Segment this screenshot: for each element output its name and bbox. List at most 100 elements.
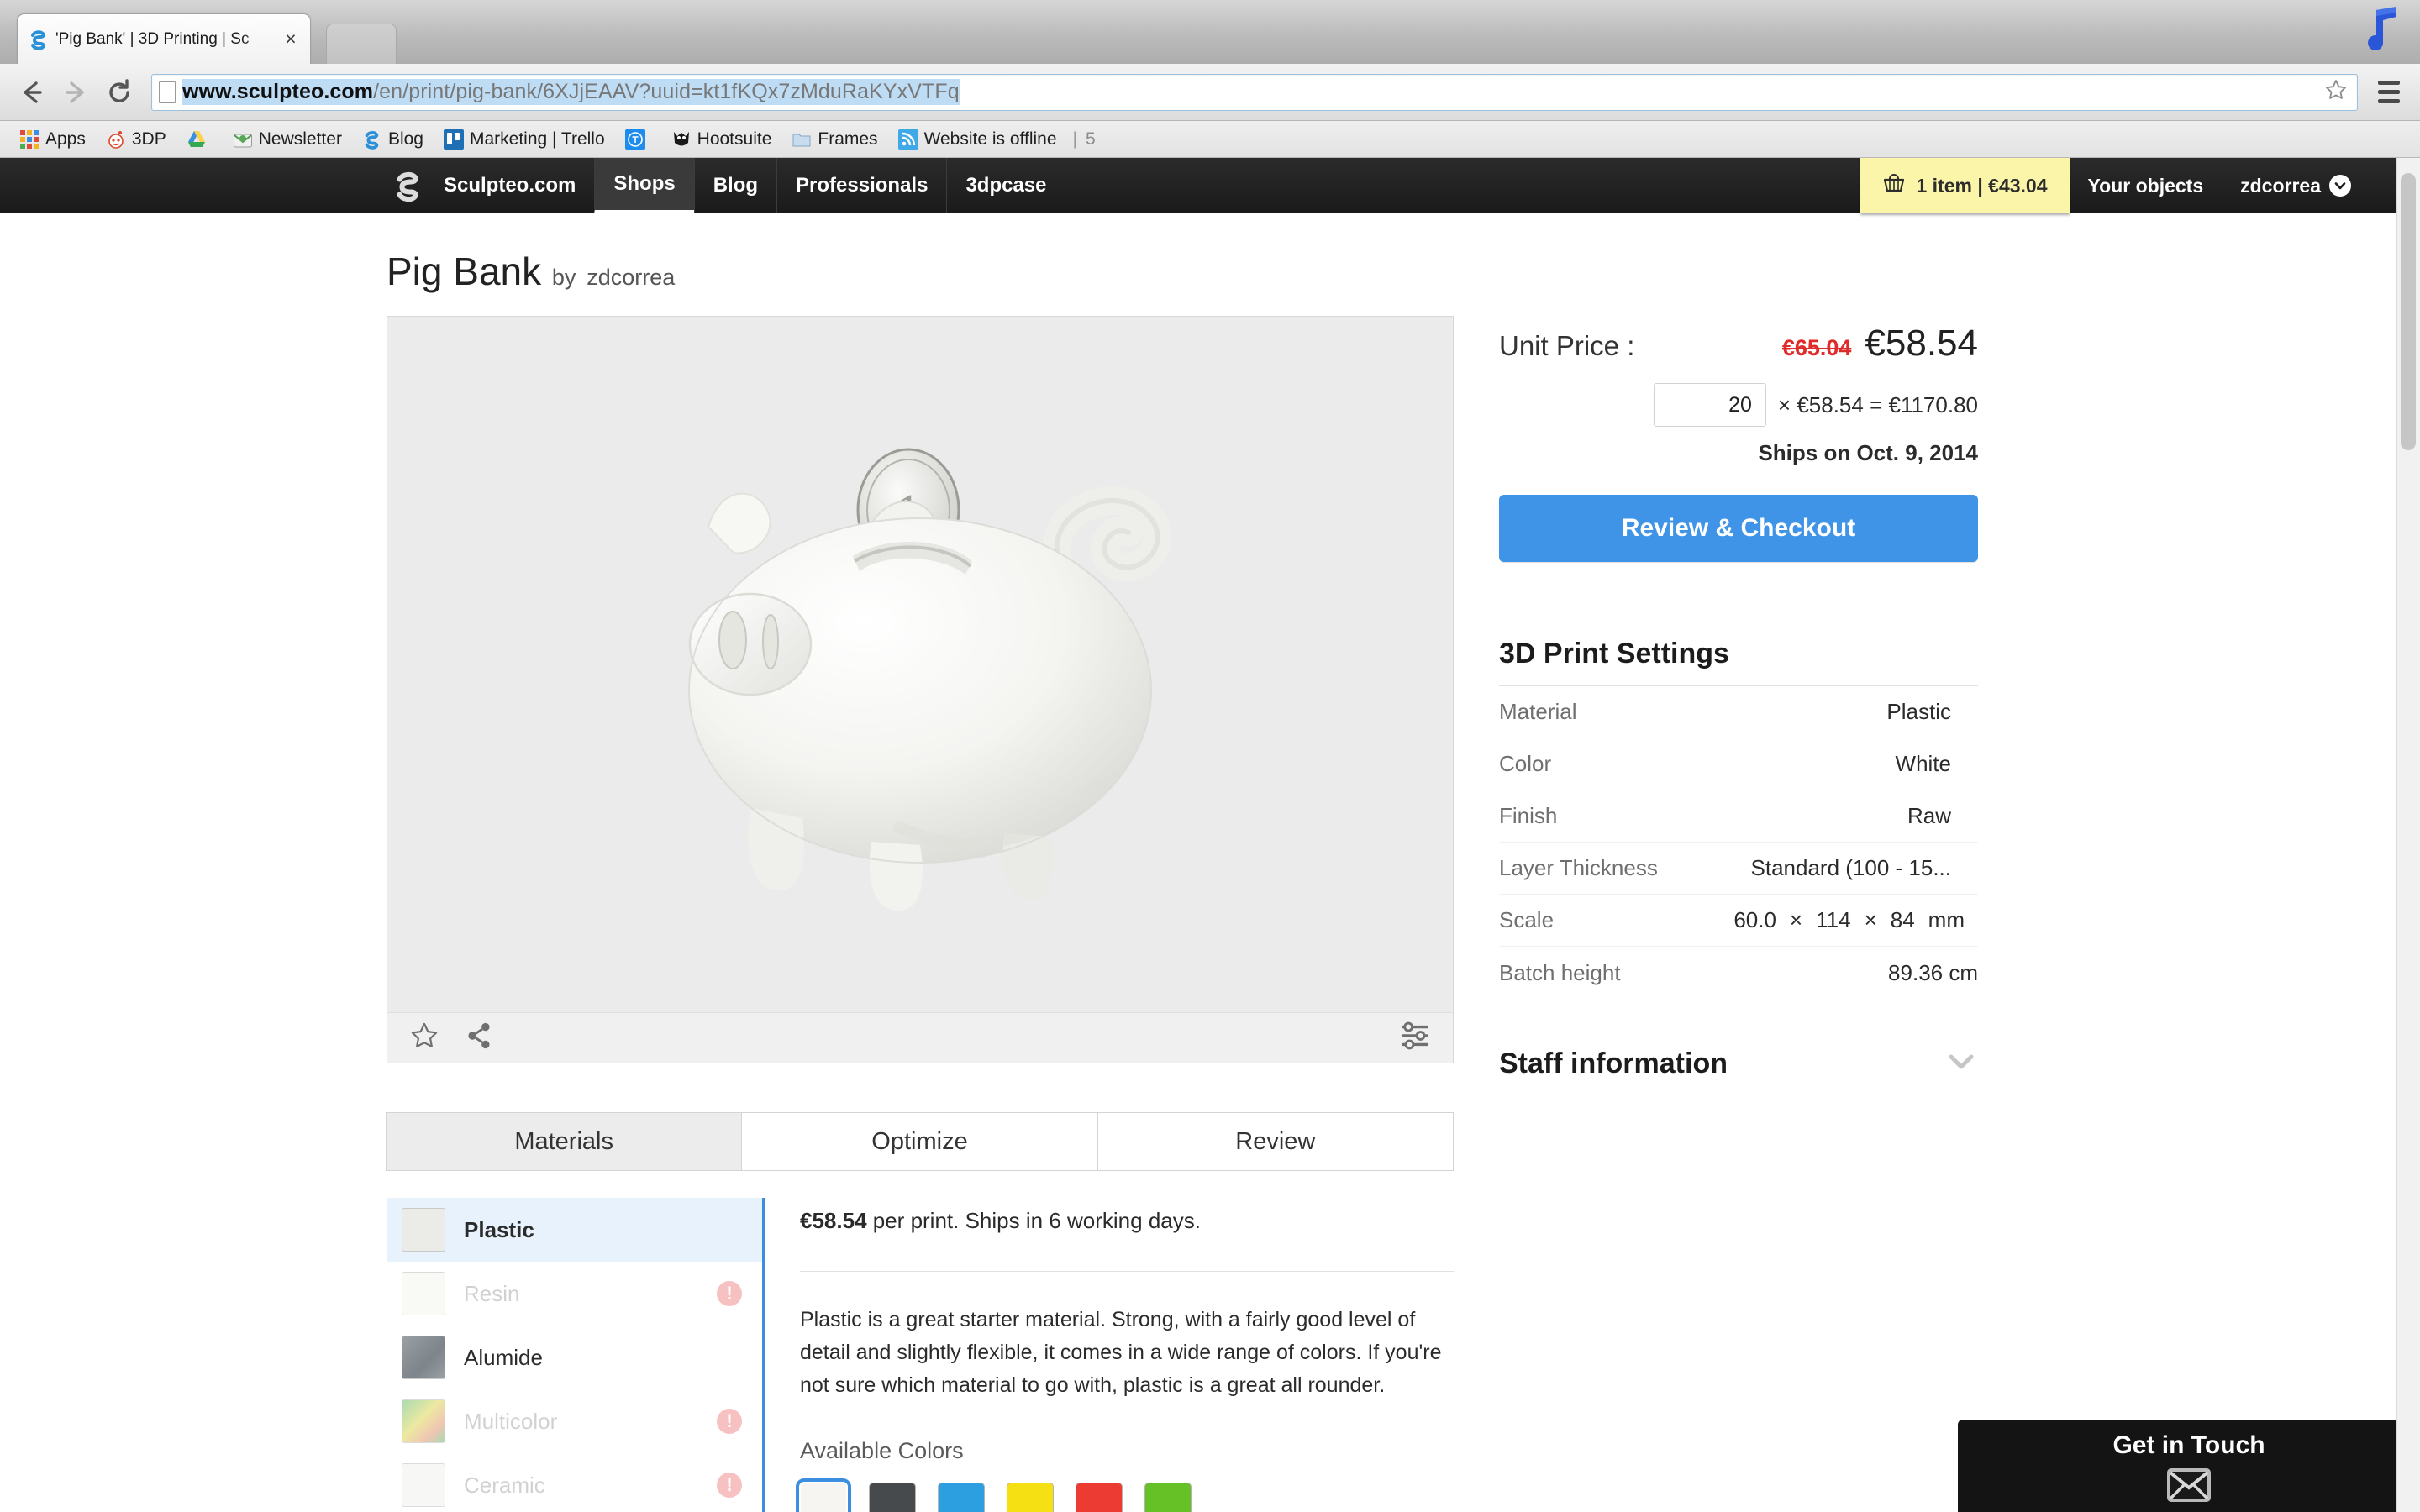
setting-key: Color (1499, 751, 1552, 776)
bookmark-marketing-trello[interactable]: Marketing | Trello (436, 127, 613, 152)
sliders-icon[interactable] (1399, 1021, 1431, 1054)
setting-row-color[interactable]: Color White (1499, 738, 1978, 790)
material-name: Alumide (464, 1344, 543, 1370)
url-path: /en/print/pig-bank/6XJjEAAV?uuid=kt1fKQx… (373, 80, 960, 103)
tab-label: Review (1235, 1127, 1316, 1155)
tab-review[interactable]: Review (1097, 1112, 1454, 1171)
forward-arrow-icon[interactable] (55, 72, 96, 113)
bookmark-label: Newsletter (258, 129, 342, 149)
close-icon[interactable]: × (281, 29, 300, 49)
bookmark-label: Frames (818, 129, 878, 149)
address-bar[interactable]: www.sculpteo.com/en/print/pig-bank/6XJjE… (151, 73, 2358, 111)
bookmark-google-drive[interactable] (179, 127, 220, 152)
quantity-row: × €58.54 = €1170.80 (1499, 383, 1978, 427)
sculpteo-logo-icon[interactable] (387, 158, 430, 213)
tab-label: Materials (514, 1127, 613, 1155)
model-viewer[interactable]: 1 (387, 316, 1454, 1063)
model-viewer-stage[interactable]: 1 (387, 317, 1453, 1014)
material-item-ceramic[interactable]: Ceramic ! (387, 1453, 762, 1512)
trello-icon (443, 129, 464, 150)
scrollbar-thumb[interactable] (2401, 173, 2416, 450)
star-icon[interactable] (2322, 78, 2350, 106)
new-tab-icon[interactable] (326, 24, 397, 64)
scale-values: 60.0 × 114 × 84 mm (1733, 907, 1978, 933)
color-chip-blue[interactable] (938, 1483, 985, 1512)
bookmark-label: Hootsuite (697, 129, 772, 149)
bookmark-website-is-offline[interactable]: Website is offline (891, 127, 1065, 152)
tab-optimize[interactable]: Optimize (741, 1112, 1098, 1171)
bookmark-blog[interactable]: Blog (355, 127, 431, 152)
nav-link-shops[interactable]: Shops (594, 158, 694, 213)
nav-link-professionals[interactable]: Professionals (776, 158, 946, 213)
color-chip-red[interactable] (1076, 1483, 1123, 1512)
back-arrow-icon[interactable] (12, 72, 52, 113)
reddit-icon (106, 129, 126, 150)
bookmark-label: Apps (45, 129, 86, 149)
nav-label: 3dpcase (965, 174, 1047, 197)
site-header-right: 1 item | €43.04 Your objects zdcorrea (1860, 158, 2370, 213)
color-chip-white[interactable] (796, 1478, 851, 1512)
color-chip-dark-grey[interactable] (869, 1483, 916, 1512)
nav-label: Sculpteo.com (444, 174, 576, 197)
material-item-resin[interactable]: Resin ! (387, 1262, 762, 1326)
nav-label: Professionals (796, 174, 929, 197)
color-swatch-row (796, 1478, 1454, 1512)
tab-materials[interactable]: Materials (386, 1112, 743, 1171)
color-chip-yellow[interactable] (1007, 1483, 1054, 1512)
review-checkout-button[interactable]: Review & Checkout (1499, 495, 1978, 562)
setting-row-finish[interactable]: Finish Raw (1499, 790, 1978, 843)
browser-toolbar: www.sculpteo.com/en/print/pig-bank/6XJjE… (0, 64, 2420, 121)
bookmark-newsletter[interactable]: Newsletter (225, 127, 350, 152)
color-chip-green[interactable] (1144, 1483, 1192, 1512)
chevron-down-icon[interactable] (1944, 1051, 1978, 1077)
bookmark-3dp[interactable]: 3DP (98, 127, 174, 152)
divider (800, 1271, 1454, 1272)
bookmark-apps[interactable]: Apps (12, 127, 93, 152)
get-in-touch-widget[interactable]: Get in Touch (1958, 1420, 2420, 1512)
nav-link-blog[interactable]: Blog (693, 158, 776, 213)
bookmarks-overflow-count[interactable]: 5 (1086, 129, 1096, 150)
cart-button[interactable]: 1 item | €43.04 (1860, 158, 2070, 213)
bookmark-tweetdeck[interactable] (618, 127, 659, 152)
material-swatch (402, 1208, 445, 1252)
scale-y[interactable]: 114 (1816, 907, 1850, 933)
material-swatch (402, 1463, 445, 1507)
setting-row-scale[interactable]: Scale 60.0 × 114 × 84 mm (1499, 895, 1978, 947)
browser-tab[interactable]: 'Pig Bank' | 3D Printing | Sc × (17, 13, 311, 64)
reload-icon[interactable] (99, 72, 139, 113)
unit-price-label: Unit Price : (1499, 330, 1635, 361)
new-price: €58.54 (1865, 323, 1978, 364)
setting-row-batch-height: Batch height 89.36 cm (1499, 947, 1978, 999)
content-columns: 1 (386, 316, 2370, 1512)
scale-z[interactable]: 84 (1891, 907, 1915, 933)
piggy-bank-model-image: 1 (688, 448, 1172, 911)
material-item-multicolor[interactable]: Multicolor ! (387, 1389, 762, 1453)
user-menu[interactable]: zdcorrea (2222, 158, 2370, 213)
product-author[interactable]: zdcorrea (587, 265, 675, 290)
setting-row-material[interactable]: Material Plastic (1499, 686, 1978, 738)
google-drive-icon (187, 129, 207, 150)
bookmark-label: Marketing | Trello (469, 129, 605, 149)
bookmark-hootsuite[interactable]: Hootsuite (664, 127, 780, 152)
material-item-alumide[interactable]: Alumide (387, 1326, 762, 1389)
browser-tab-strip: 'Pig Bank' | 3D Printing | Sc × (0, 0, 2420, 64)
nav-link-3dpcase[interactable]: 3dpcase (946, 158, 1065, 213)
quantity-input[interactable] (1653, 383, 1766, 427)
print-settings-title: 3D Print Settings (1499, 638, 1729, 669)
material-detail: €58.54 per print. Ships in 6 working day… (765, 1198, 1454, 1512)
bookmark-frames[interactable]: Frames (784, 127, 885, 152)
material-item-plastic[interactable]: Plastic (387, 1198, 762, 1262)
nav-link-sculpteo[interactable]: Sculpteo.com (430, 158, 594, 213)
scale-x[interactable]: 60.0 (1733, 907, 1776, 933)
page-info-icon (159, 81, 176, 103)
materials-section: Plastic Resin ! Alumide Multicolor ! Cer… (387, 1198, 1454, 1512)
page-scrollbar[interactable] (2396, 158, 2420, 1512)
setting-row-layer-thickness[interactable]: Layer Thickness Standard (100 - 15... (1499, 843, 1978, 895)
star-outline-icon[interactable] (409, 1021, 439, 1055)
your-objects-link[interactable]: Your objects (2070, 158, 2223, 213)
share-icon[interactable] (465, 1021, 493, 1054)
chevron-down-icon (2329, 175, 2351, 197)
hamburger-menu-icon[interactable] (2370, 73, 2408, 112)
get-in-touch-label: Get in Touch (2112, 1431, 2265, 1459)
staff-information-header[interactable]: Staff information (1499, 1047, 1978, 1080)
